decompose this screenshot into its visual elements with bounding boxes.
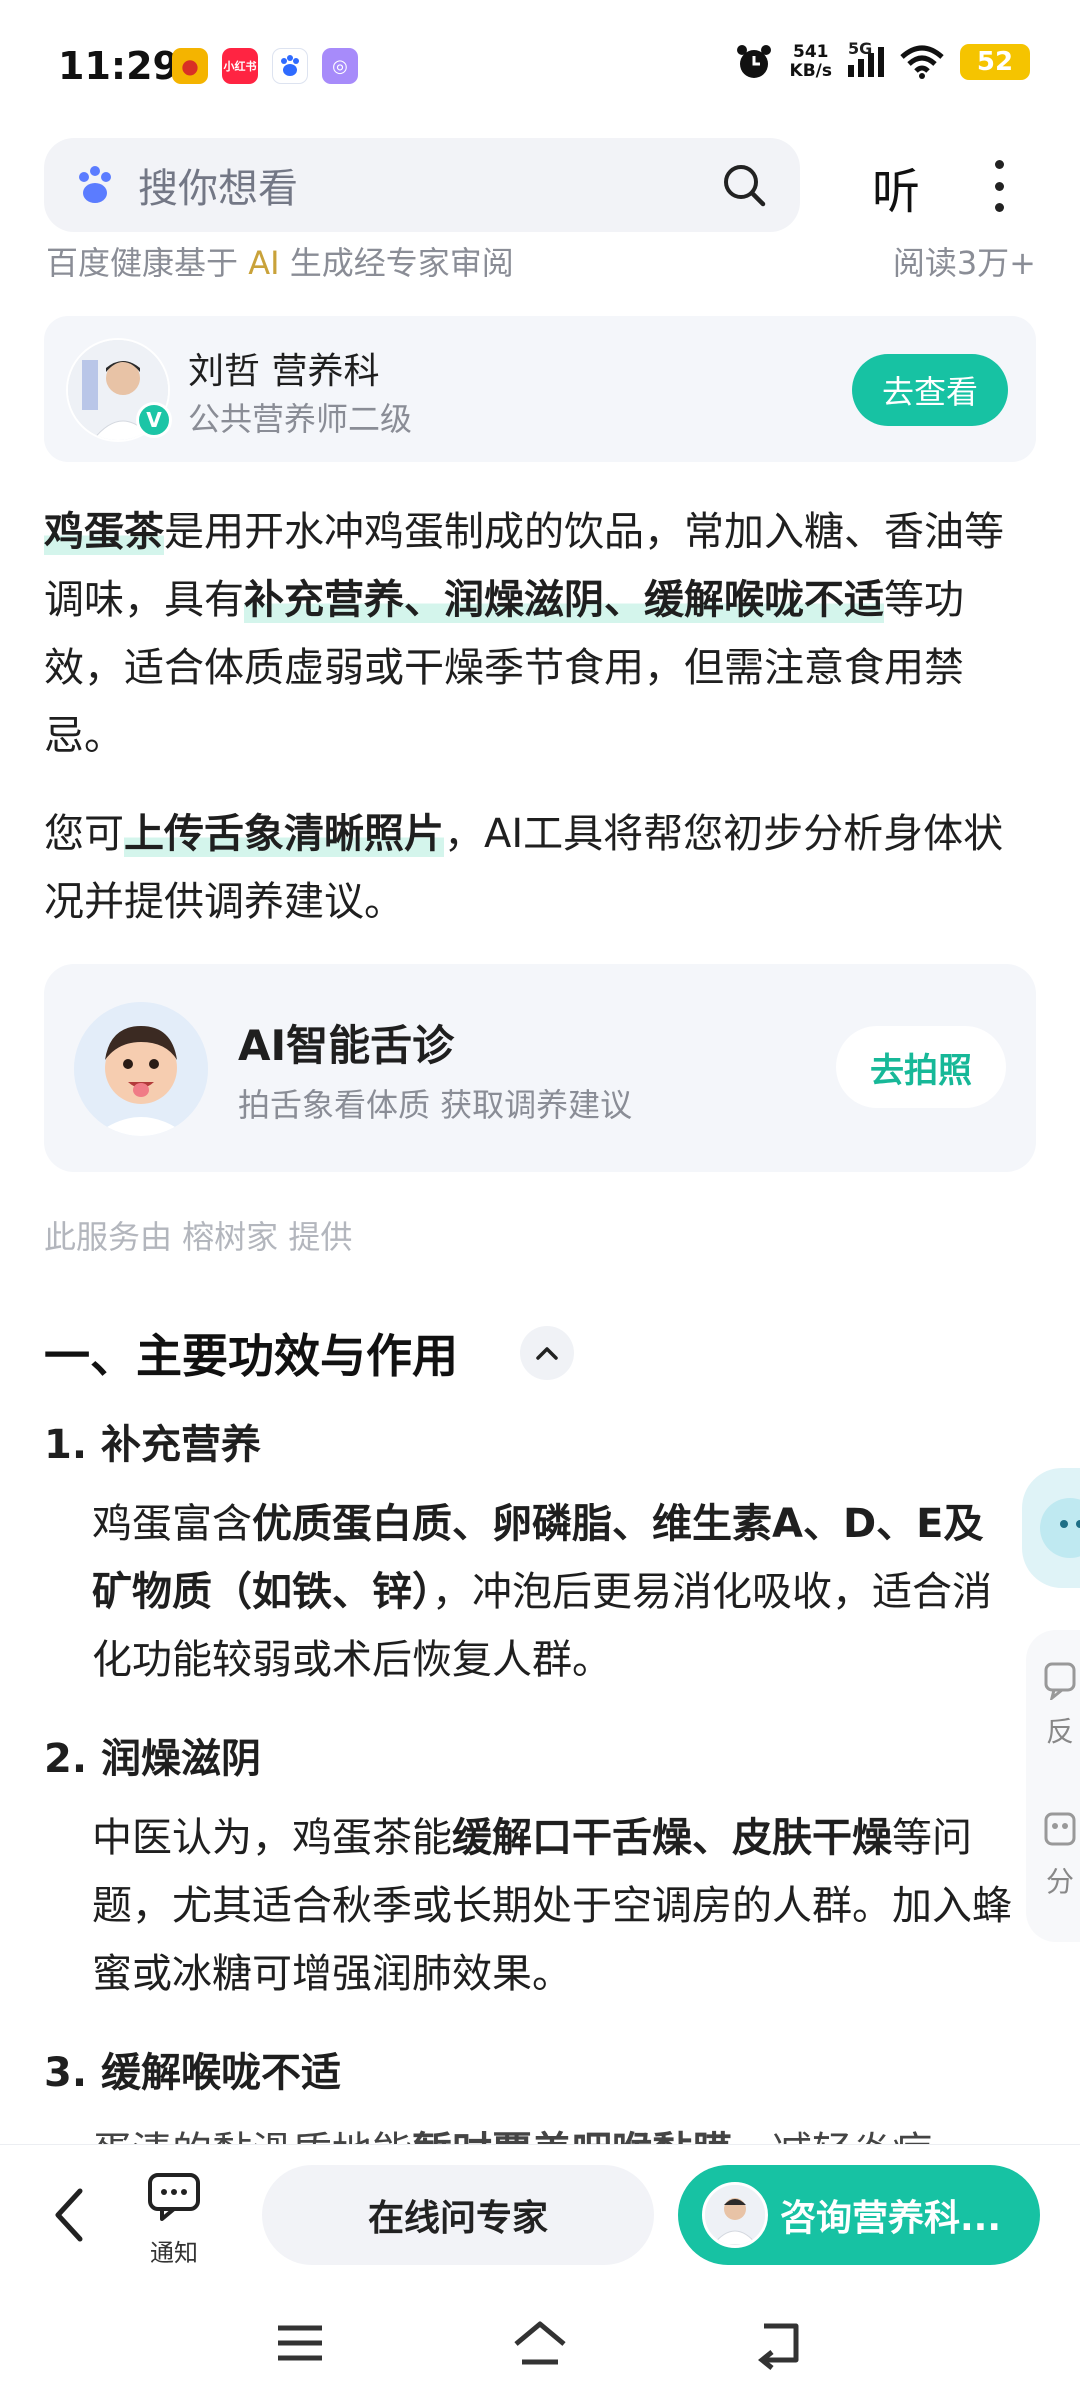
consult-avatar bbox=[702, 2182, 768, 2248]
xiaohongshu-icon: 小红书 bbox=[222, 48, 258, 84]
side-panel: 反 分 bbox=[1026, 1630, 1080, 1942]
upload-highlight: 上传舌象清晰照片 bbox=[124, 811, 444, 857]
wifi-icon bbox=[900, 45, 944, 79]
section-title: 一、主要功效与作用 bbox=[44, 1329, 458, 1383]
back-arrow-icon[interactable] bbox=[44, 2179, 94, 2251]
read-count: 阅读3万+ bbox=[892, 244, 1036, 282]
upload-paragraph: 您可上传舌象清晰照片，AI工具将帮您初步分析身体状况并提供调养建议。 bbox=[44, 811, 1004, 925]
notification-button[interactable]: 通知 bbox=[142, 2171, 206, 2268]
notification-label: 通知 bbox=[150, 2239, 198, 2267]
listen-button[interactable]: 听 bbox=[872, 152, 920, 222]
item-title-nutrition: 1. 补充营养 bbox=[44, 1422, 261, 1468]
status-time: 11:29 bbox=[58, 44, 179, 88]
floating-assistant-icon[interactable] bbox=[1022, 1468, 1080, 1588]
status-bar: 11:29 ● 小红书 ◎ 541 KB/s 5G 52 bbox=[0, 0, 1080, 130]
ai-card-title: AI智能舌诊 bbox=[238, 1021, 455, 1070]
expert-name: 刘哲 营养科 bbox=[188, 351, 380, 392]
baidu-paw-icon bbox=[79, 166, 111, 203]
signal-icon: 5G bbox=[848, 39, 884, 77]
ai-tongue-diagnosis-card[interactable]: AI智能舌诊 拍舌象看体质 获取调养建议 去拍照 bbox=[44, 964, 1036, 1172]
alarm-icon bbox=[736, 45, 771, 78]
message-bubble-icon bbox=[148, 2173, 200, 2221]
baidu-icon bbox=[272, 48, 308, 84]
ask-expert-button[interactable]: 在线问专家 bbox=[262, 2165, 654, 2265]
item-text-moisturize: 中医认为，鸡蛋茶能缓解口干舌燥、皮肤干燥等问题，尤其适合秋季或长期处于空调房的人… bbox=[92, 1815, 1012, 1997]
item-title-throat: 3. 缓解喉咙不适 bbox=[44, 2050, 341, 2096]
search-bar[interactable]: 搜你想看 bbox=[44, 138, 800, 232]
share-label[interactable]: 分 bbox=[1046, 1860, 1074, 1900]
ai-card-subtitle: 拍舌象看体质 获取调养建议 bbox=[238, 1086, 633, 1124]
back-nav-icon[interactable] bbox=[750, 2316, 810, 2370]
intro-paragraph: 鸡蛋茶是用开水冲鸡蛋制成的饮品，常加入糖、香油等调味，具有补充营养、润燥滋阴、缓… bbox=[44, 509, 1004, 759]
view-expert-button[interactable]: 去查看 bbox=[852, 354, 1008, 426]
service-provider-note: 此服务由 榕树家 提供 bbox=[44, 1218, 353, 1256]
take-photo-button[interactable]: 去拍照 bbox=[836, 1026, 1006, 1108]
share-icon[interactable] bbox=[1042, 1810, 1078, 1850]
net-speed: 541 KB/s bbox=[789, 42, 832, 81]
consult-nutrition-button[interactable]: 咨询营养科... bbox=[678, 2165, 1040, 2265]
home-icon[interactable] bbox=[510, 2316, 570, 2370]
collapse-icon[interactable] bbox=[520, 1326, 574, 1380]
purple-app-icon: ◎ bbox=[322, 48, 358, 84]
item-text-nutrition: 鸡蛋富含优质蛋白质、卵磷脂、维生素A、D、E及矿物质（如铁、锌），冲泡后更易消化… bbox=[92, 1501, 992, 1683]
intro-term: 鸡蛋茶 bbox=[44, 509, 164, 555]
feedback-label[interactable]: 反 bbox=[1046, 1710, 1074, 1750]
battery-indicator: 52 bbox=[960, 44, 1030, 80]
expert-title: 公共营养师二级 bbox=[188, 400, 413, 438]
system-navigation-bar bbox=[0, 2286, 1080, 2400]
bottom-action-bar: 通知 在线问专家 咨询营养科... bbox=[0, 2144, 1080, 2286]
search-icon[interactable] bbox=[720, 161, 768, 209]
cartoon-boy-avatar bbox=[74, 1002, 208, 1136]
verified-badge-icon: V bbox=[136, 402, 172, 438]
menu-icon[interactable] bbox=[270, 2316, 330, 2370]
expert-card[interactable]: V 刘哲 营养科 公共营养师二级 去查看 bbox=[44, 316, 1036, 462]
weibo-icon: ● bbox=[172, 48, 208, 84]
search-input[interactable]: 搜你想看 bbox=[138, 156, 720, 214]
ai-source-note: 百度健康基于 AI 生成经专家审阅 bbox=[46, 244, 514, 282]
notification-app-icons: ● 小红书 ◎ bbox=[172, 48, 358, 84]
more-menu-icon[interactable] bbox=[984, 156, 1014, 216]
intro-highlight: 补充营养、润燥滋阴、缓解喉咙不适 bbox=[244, 577, 884, 623]
status-indicators: 541 KB/s 5G 52 bbox=[734, 39, 1030, 82]
item-title-moisturize: 2. 润燥滋阴 bbox=[44, 1736, 261, 1782]
feedback-icon[interactable] bbox=[1042, 1660, 1078, 1700]
